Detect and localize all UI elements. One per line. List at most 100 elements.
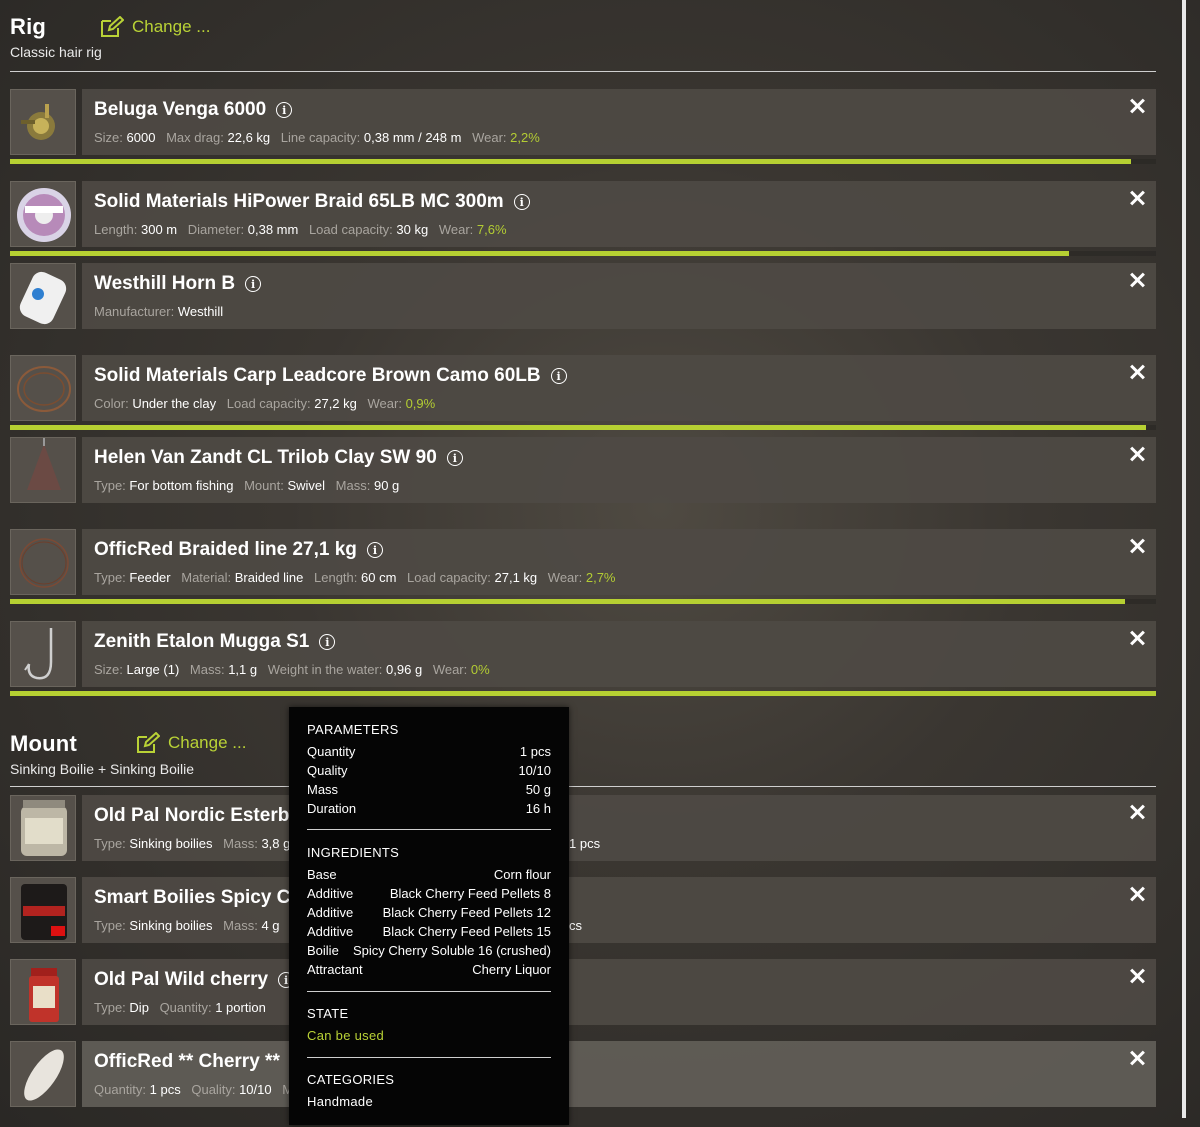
item-name: OfficRed ** Cherry **: [94, 1051, 280, 1072]
info-icon[interactable]: i: [550, 368, 567, 384]
prop-value: 30 kg: [396, 222, 429, 237]
prop-key: Length:: [314, 570, 358, 585]
tooltip-parameters-header: PARAMETERS: [307, 722, 399, 737]
tooltip-key: Quality: [307, 763, 348, 778]
item-panel: OfficRed Braided line 27,1 kg i Type: Fee…: [82, 529, 1156, 595]
item-panel: Helen Van Zandt CL Trilob Clay SW 90 i Ty…: [82, 437, 1156, 503]
prop-value: 1 pcs: [569, 836, 601, 851]
prop-key: Size:: [94, 662, 123, 677]
info-icon[interactable]: i: [446, 450, 463, 466]
info-icon[interactable]: i: [366, 542, 383, 558]
item-properties: Color: Under the clay Load capacity: 27,…: [94, 396, 442, 411]
mount-subtitle: Sinking Boilie + Sinking Boilie: [10, 761, 195, 777]
prop-key: Wear:: [472, 130, 507, 145]
rig-title: Rig: [10, 14, 47, 39]
prop-value: 1 pcs: [149, 1082, 181, 1097]
tooltip-value: 1 pcs: [519, 744, 551, 759]
edit-icon: [100, 16, 124, 38]
tooltip-key: Quantity: [307, 744, 356, 759]
tooltip-ingredients-header: INGREDIENTS: [307, 845, 400, 860]
prop-value: 1 portion: [215, 1000, 266, 1015]
mount-change-label: Change ...: [168, 733, 247, 752]
prop-key: Manufacturer:: [94, 304, 175, 319]
prop-value: 1,1 g: [228, 662, 258, 677]
tooltip-state-header: STATE: [307, 1006, 349, 1021]
item-panel: Zenith Etalon Mugga S1 i Size: Large (1) …: [82, 621, 1156, 687]
tooltip-row: Attractant Cherry Liquor: [307, 962, 551, 977]
reel-thumbnail: [10, 89, 76, 155]
rig-change-button[interactable]: Change ...: [100, 16, 210, 38]
tooltip-key: Additive: [307, 886, 354, 901]
info-icon[interactable]: i: [276, 102, 293, 118]
dip-bottle-thumbnail: [10, 959, 76, 1025]
tooltip-key: Additive: [307, 905, 354, 920]
prop-value: 3,8 g: [261, 836, 291, 851]
close-icon[interactable]: [1128, 537, 1146, 555]
tooltip-categories-header: CATEGORIES: [307, 1072, 395, 1087]
boilie-jar-thumbnail: [10, 795, 76, 861]
rig-item-hook[interactable]: Zenith Etalon Mugga S1 i Size: Large (1) …: [10, 621, 1156, 687]
close-icon[interactable]: [1128, 1049, 1146, 1067]
close-icon[interactable]: [1128, 97, 1146, 115]
mount-item-boilie-1[interactable]: Old Pal Nordic Esterberi Type: Sinking b…: [10, 795, 1156, 861]
item-properties: Quantity: 1 pcs Quality: 10/10 M: [94, 1082, 293, 1097]
prop-key: Mass:: [223, 836, 258, 851]
info-icon[interactable]: i: [513, 194, 530, 210]
prop-key: Mount:: [244, 478, 284, 493]
mount-divider: [10, 786, 1156, 787]
tooltip-value: Spicy Cherry Soluble 16 (crushed): [353, 943, 551, 958]
rig-item-leader[interactable]: OfficRed Braided line 27,1 kg i Type: Fee…: [10, 529, 1156, 595]
prop-key: Wear:: [432, 662, 468, 677]
rig-item-bite-alarm[interactable]: Westhill Horn B i Manufacturer: Westhill: [10, 263, 1156, 329]
prop-key: Diameter:: [187, 222, 245, 237]
close-icon[interactable]: [1128, 363, 1146, 381]
tooltip-key: Base: [307, 867, 337, 882]
close-icon[interactable]: [1128, 885, 1146, 903]
close-icon[interactable]: [1128, 629, 1146, 647]
close-icon[interactable]: [1128, 445, 1146, 463]
wear-bar: [10, 159, 1156, 164]
item-properties: Type: Dip Quantity: 1 portion: [94, 1000, 273, 1015]
close-icon[interactable]: [1128, 803, 1146, 821]
info-icon[interactable]: i: [245, 276, 262, 292]
rig-header: Rig Classic hair rig: [10, 14, 102, 60]
prop-key: Mass:: [335, 478, 371, 493]
prop-value: cs: [569, 918, 582, 933]
info-icon[interactable]: i: [319, 634, 336, 650]
item-properties: Type: For bottom fishing Mount: Swivel M…: [94, 478, 406, 493]
prop-key: Type:: [94, 478, 126, 493]
prop-value: 22,6 kg: [227, 130, 271, 145]
rig-item-main-line[interactable]: Solid Materials HiPower Braid 65LB MC 30…: [10, 181, 1156, 247]
wear-bar: [10, 599, 1156, 604]
wear-bar-fill: [10, 251, 1069, 256]
mount-item-boilie-2[interactable]: Smart Boilies Spicy Che Type: Sinking bo…: [10, 877, 1156, 943]
tooltip-key: Additive: [307, 924, 354, 939]
prop-key: Weight in the water:: [267, 662, 383, 677]
edit-icon: [136, 732, 160, 754]
rig-item-reel[interactable]: Beluga Venga 6000 i Size: 6000 Max drag: …: [10, 89, 1156, 155]
rig-item-leadcore[interactable]: Solid Materials Carp Leadcore Brown Camo…: [10, 355, 1156, 421]
item-name: Solid Materials Carp Leadcore Brown Camo…: [94, 365, 541, 386]
item-name: Helen Van Zandt CL Trilob Clay SW 90: [94, 447, 437, 468]
prop-value: 300 m: [141, 222, 178, 237]
rig-item-sinker[interactable]: Helen Van Zandt CL Trilob Clay SW 90 i Ty…: [10, 437, 1156, 503]
mount-item-dip[interactable]: Old Pal Wild cherry i Type: Dip Quantity:…: [10, 959, 1156, 1025]
tooltip-key: Boilie: [307, 943, 339, 958]
close-icon[interactable]: [1128, 967, 1146, 985]
prop-key: Wear:: [367, 396, 402, 411]
close-icon[interactable]: [1128, 271, 1146, 289]
item-name: Old Pal Wild cherry: [94, 969, 269, 990]
mount-change-button[interactable]: Change ...: [136, 732, 246, 754]
mount-item-handmade-boilie[interactable]: OfficRed ** Cherry **i Quantity: 1 pcs Q…: [10, 1041, 1156, 1107]
tooltip-divider: [307, 1057, 551, 1058]
tooltip-value: 10/10: [518, 763, 551, 778]
scrollbar[interactable]: [1182, 0, 1186, 1118]
line-spool-thumbnail: [10, 181, 76, 247]
prop-value: Dip: [129, 1000, 149, 1015]
leader-thumbnail: [10, 529, 76, 595]
prop-value: 27,1 kg: [494, 570, 538, 585]
prop-key: Load capacity:: [308, 222, 393, 237]
close-icon[interactable]: [1128, 189, 1146, 207]
wear-bar: [10, 691, 1156, 696]
item-properties: Size: Large (1) Mass: 1,1 g Weight in th…: [94, 662, 497, 677]
